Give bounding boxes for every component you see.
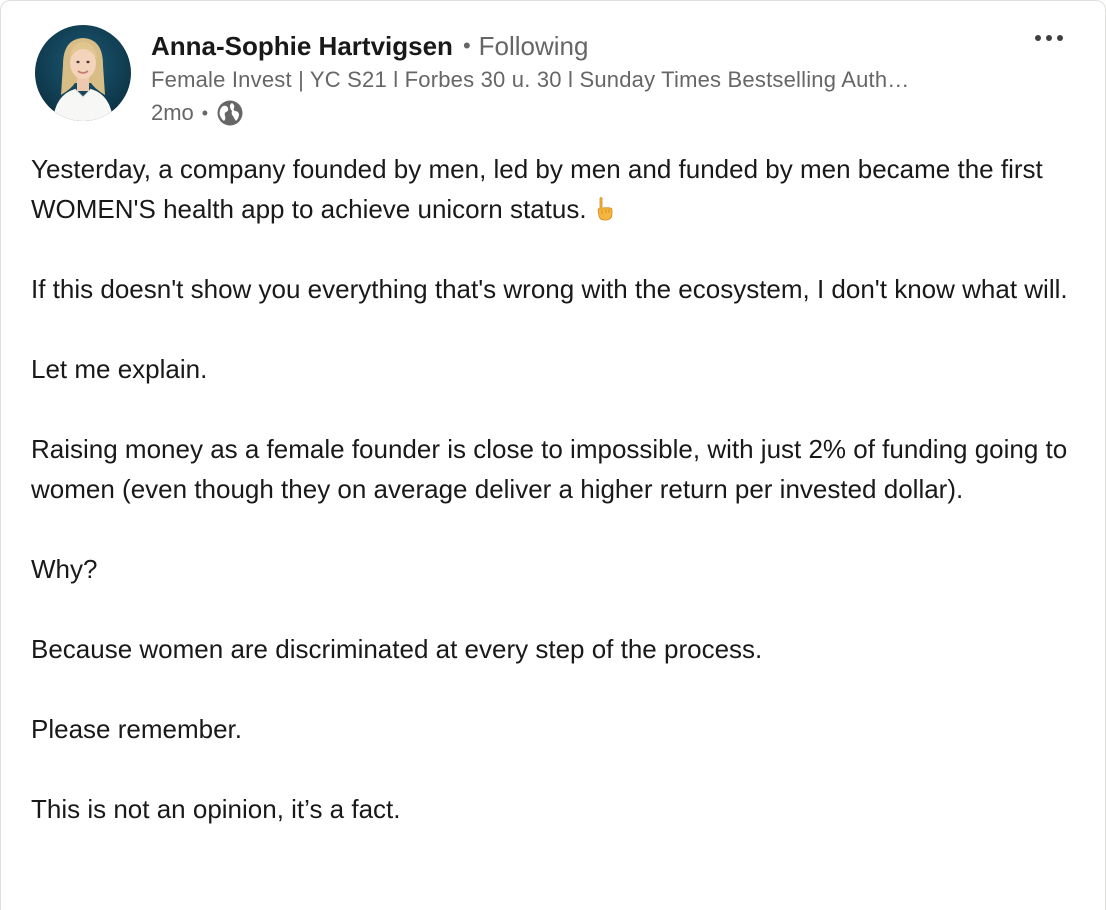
post-header: Anna-Sophie Hartvigsen • Following Femal… — [1, 1, 1105, 131]
author-name[interactable]: Anna-Sophie Hartvigsen — [151, 31, 453, 62]
following-status[interactable]: Following — [479, 31, 589, 62]
post-paragraph: Yesterday, a company founded by men, led… — [31, 149, 1071, 229]
post-time[interactable]: 2mo — [151, 100, 194, 126]
globe-icon — [216, 99, 244, 127]
author-name-row: Anna-Sophie Hartvigsen • Following — [151, 28, 588, 64]
post-paragraph: Let me explain. — [31, 354, 208, 384]
post-paragraph: This is not an opinion, it’s a fact. — [31, 794, 401, 824]
follow-separator: • — [462, 33, 471, 58]
post-options-button[interactable] — [1029, 23, 1069, 53]
post-paragraph: Because women are discriminated at every… — [31, 634, 763, 664]
pointing-down-hand-icon — [591, 196, 617, 222]
feed-post-card: Anna-Sophie Hartvigsen • Following Femal… — [0, 0, 1106, 910]
post-paragraph: If this doesn't show you everything that… — [31, 274, 1068, 304]
post-text: Yesterday, a company founded by men, led… — [31, 149, 1071, 829]
post-paragraph: Please remember. — [31, 714, 242, 744]
author-headline: Female Invest | YC S21 l Forbes 30 u. 30… — [151, 67, 910, 92]
post-paragraph: Raising money as a female founder is clo… — [31, 434, 1068, 504]
meta-separator: • — [201, 102, 209, 123]
more-horizontal-icon — [1034, 34, 1064, 42]
avatar-portrait-icon — [35, 25, 131, 121]
post-meta: 2mo • — [151, 97, 244, 129]
author-avatar[interactable] — [35, 25, 131, 121]
post-paragraph: Why? — [31, 554, 98, 584]
post-paragraph-text: Yesterday, a company founded by men, led… — [31, 154, 1043, 224]
